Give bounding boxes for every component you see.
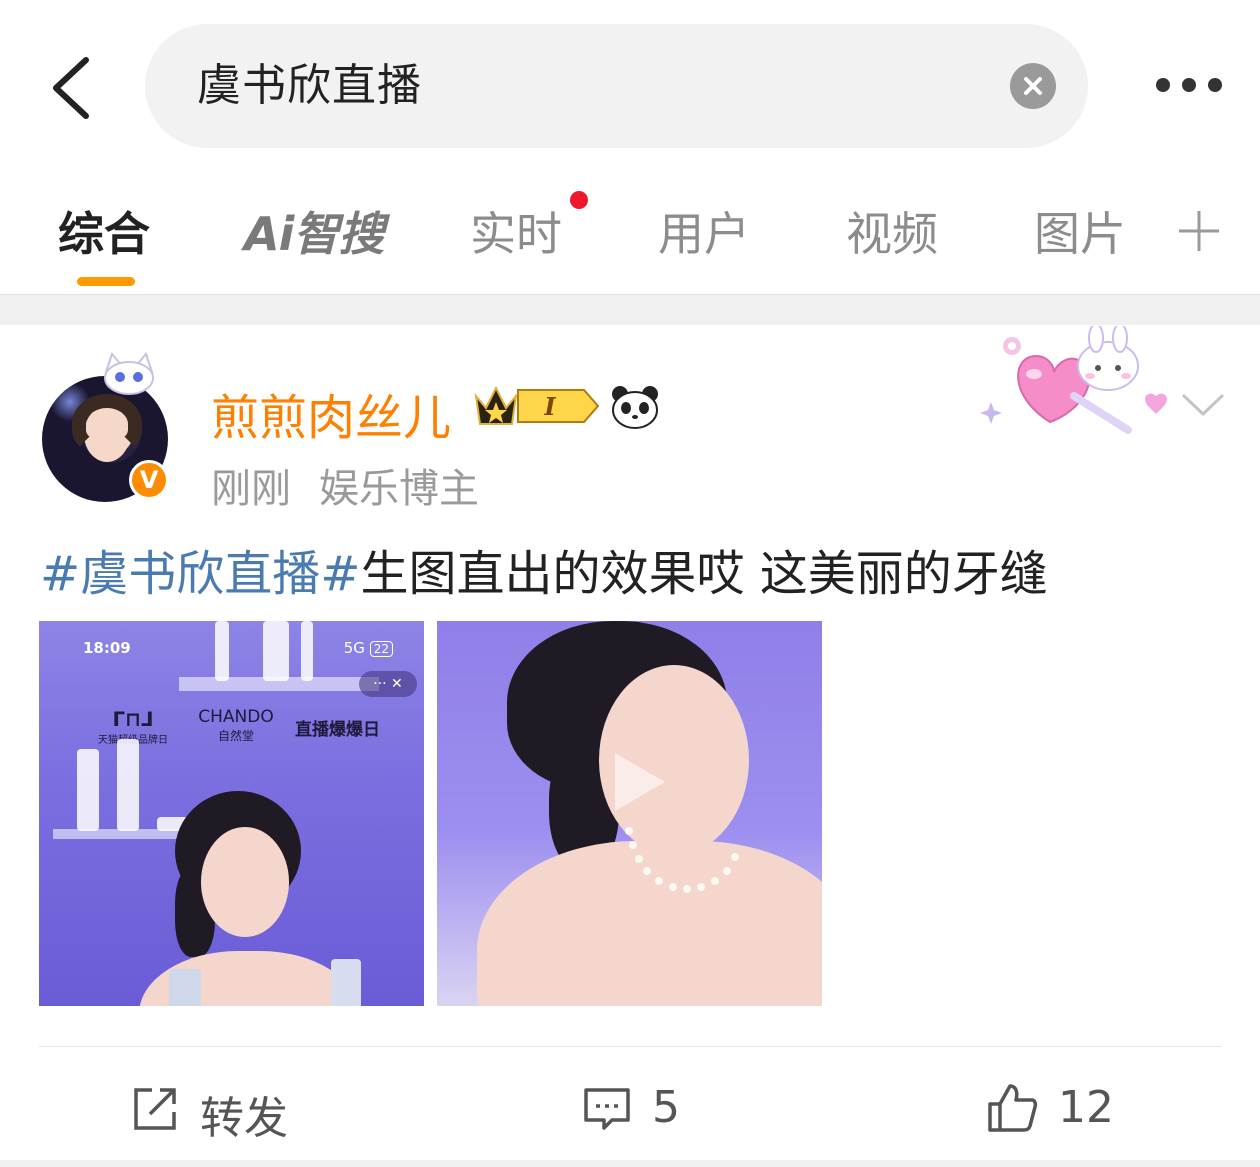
tab-comprehensive[interactable]: 综合 [58, 198, 150, 264]
repost-icon [134, 1088, 176, 1130]
section-separator [0, 294, 1260, 325]
crown-icon[interactable]: I [472, 380, 600, 432]
avatar[interactable]: V [42, 352, 182, 502]
new-content-dot [570, 191, 588, 209]
active-tab-indicator [77, 277, 135, 286]
more-icon[interactable] [1148, 72, 1232, 98]
bottom-separator [0, 1160, 1260, 1167]
hashtag-link[interactable]: #虞书欣直播# [40, 546, 360, 602]
post-text: #虞书欣直播#生图直出的效果哎 这美丽的牙缝 [40, 534, 1048, 604]
tab-ai-search[interactable]: Ai智搜 [244, 198, 384, 264]
search-input[interactable]: 虞书欣直播 [145, 24, 1088, 148]
repost-label: 转发 [200, 1093, 288, 1144]
like-count: 12 [1058, 1082, 1114, 1133]
user-tag: 娱乐博主 [319, 466, 479, 512]
panda-icon [612, 386, 658, 429]
chevron-down-icon[interactable] [1180, 390, 1226, 420]
play-icon[interactable] [601, 747, 671, 817]
brand-banner: ᒥ⊓ᒧ天猫超级品牌日 CHANDO自然堂 直播爆爆日 [98, 707, 380, 746]
comment-count: 5 [652, 1082, 680, 1133]
post-body: 生图直出的效果哎 这美丽的牙缝 [360, 546, 1048, 602]
repost-button[interactable]: 转发 [130, 1078, 300, 1144]
status-time: 18:09 [83, 639, 131, 657]
back-button[interactable] [44, 48, 104, 128]
post-image-1[interactable]: 18:09 5G 22 ··· ✕ ᒥ⊓ᒧ天猫超级品牌日 CHANDO自然堂 直… [39, 621, 424, 1006]
status-network: 5G 22 [344, 639, 393, 657]
cat-frame-decoration-icon [104, 352, 154, 395]
verified-badge-icon: V [129, 460, 169, 500]
comment-icon [584, 1088, 630, 1130]
like-icon [988, 1084, 1038, 1132]
actions-divider [39, 1046, 1222, 1047]
post-time: 刚刚 [211, 466, 291, 512]
vip-level-label: I [543, 392, 556, 421]
clear-icon [1024, 77, 1042, 95]
post-meta: 刚刚 娱乐博主 [211, 456, 479, 514]
tab-videos[interactable]: 视频 [846, 198, 938, 264]
tab-realtime[interactable]: 实时 [470, 198, 562, 264]
tab-bar: 综合 Ai智搜 实时 用户 视频 图片 [0, 170, 1260, 294]
tab-users[interactable]: 用户 [658, 198, 750, 264]
post-image-2[interactable] [437, 621, 822, 1006]
add-tab-icon[interactable] [1176, 208, 1222, 254]
username[interactable]: 煎煎肉丝儿 [211, 378, 451, 448]
comment-button[interactable]: 5 [582, 1078, 692, 1138]
search-query: 虞书欣直播 [197, 60, 422, 111]
mini-window-controls: ··· ✕ [359, 671, 417, 697]
like-button[interactable]: 12 [986, 1078, 1116, 1138]
tab-images[interactable]: 图片 [1034, 198, 1126, 264]
search-header: 虞书欣直播 [0, 0, 1260, 170]
clear-search-button[interactable] [1010, 63, 1056, 109]
heart-bunny-sticker-icon [980, 326, 1167, 434]
back-arrow-icon [53, 57, 89, 119]
